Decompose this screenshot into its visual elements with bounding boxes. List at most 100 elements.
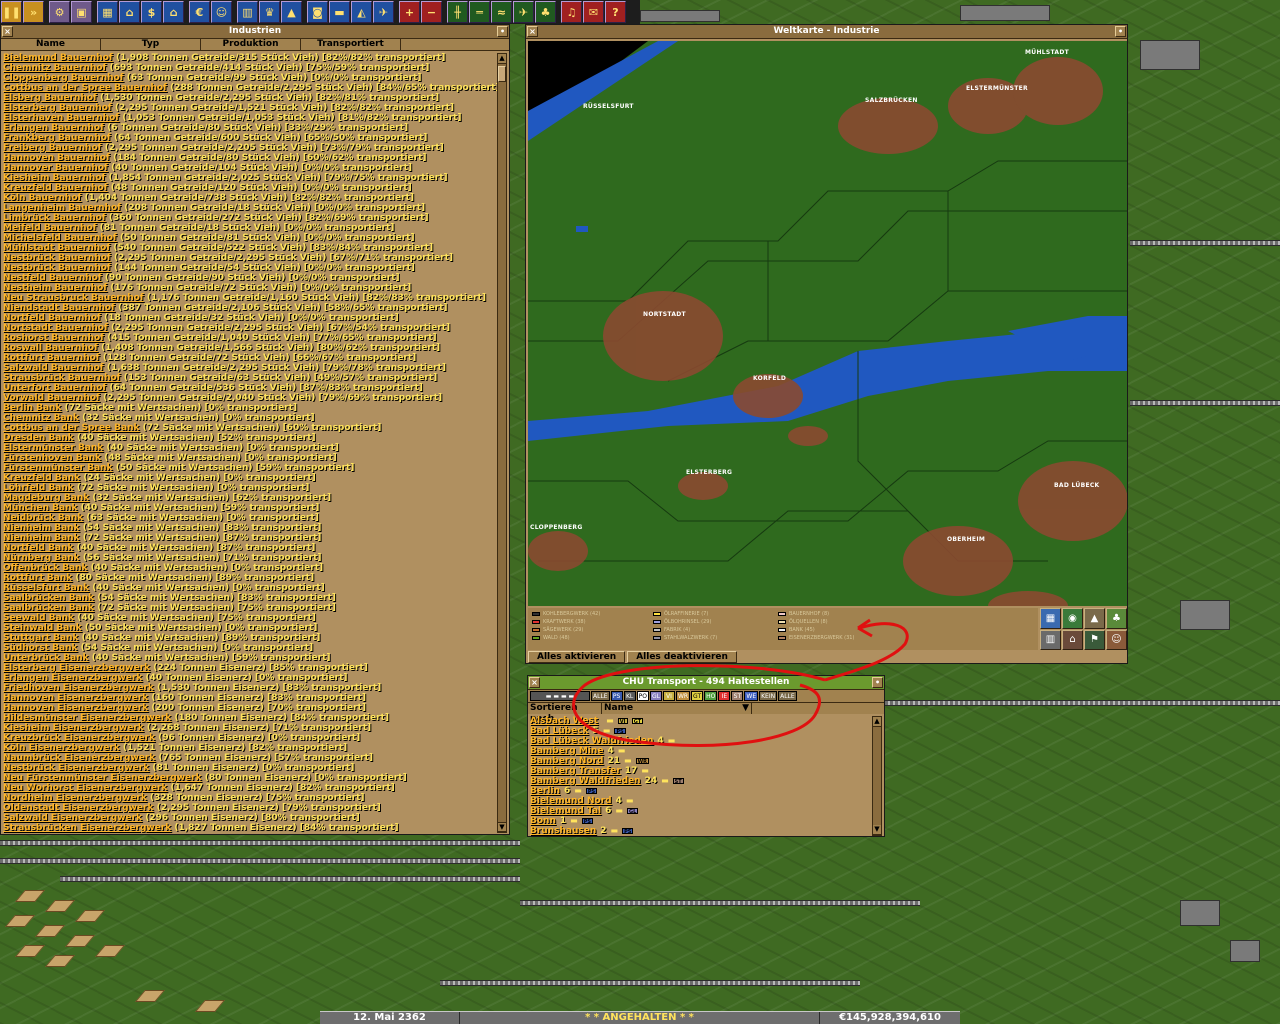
- fast-forward-icon[interactable]: »: [23, 1, 44, 23]
- industry-name[interactable]: Niendstadt Bauernhof: [3, 303, 115, 313]
- league-icon[interactable]: ♛: [259, 1, 280, 23]
- map-owners-icon[interactable]: ⌂: [1062, 629, 1083, 650]
- cargo-filter[interactable]: KL: [623, 691, 636, 701]
- industry-name[interactable]: Erlangen Eisenerzbergwerk: [3, 673, 142, 683]
- close-icon[interactable]: ×: [2, 26, 13, 37]
- sticky-icon[interactable]: •: [497, 26, 508, 37]
- station-name[interactable]: Bamberg Mine: [530, 746, 603, 756]
- industry-row[interactable]: Kiesheim Bauernhof (1,854 Tonnen Getreid…: [3, 173, 497, 183]
- industry-name[interactable]: Hannoven Eisenerzbergwerk: [3, 703, 148, 713]
- company-icon[interactable]: ☺: [211, 1, 232, 23]
- industry-row[interactable]: Offenbrück Bank (40 Säcke mit Wertsachen…: [3, 563, 497, 573]
- industry-row[interactable]: Kreuzfeld Bauernhof (48 Tonnen Getreide/…: [3, 183, 497, 193]
- industry-row[interactable]: Nestbrück Eisenerzbergwerk (81 Tonnen Ei…: [3, 763, 497, 773]
- ships-icon[interactable]: ◭: [351, 1, 372, 23]
- scroll-up-icon[interactable]: ▲: [498, 54, 506, 64]
- industry-name[interactable]: Cottbus an der Spree Bauernhof: [3, 83, 167, 93]
- industry-row[interactable]: Strausbrück Bauernhof (153 Tonnen Getrei…: [3, 373, 497, 383]
- column-header-production[interactable]: Produktion: [201, 39, 301, 50]
- station-name[interactable]: Berlin: [530, 786, 560, 796]
- cargo-filter[interactable]: GL: [649, 691, 662, 701]
- sort-by-button[interactable]: Sortieren nach: [528, 703, 602, 724]
- map-industries-icon[interactable]: ▲: [1084, 608, 1105, 629]
- legend-item[interactable]: ÖLQUELLEN (8): [778, 618, 854, 626]
- station-name[interactable]: Bonn: [530, 816, 556, 826]
- industry-row[interactable]: Limbrück Bauernhof (360 Tonnen Getreide/…: [3, 213, 497, 223]
- industry-row[interactable]: Bielemund Bauernhof (1,908 Tonnen Getrei…: [3, 53, 497, 63]
- industry-row[interactable]: Nienheim Bank (72 Säcke mit Wertsachen) …: [3, 533, 497, 543]
- legend-item[interactable]: EISENERZBERGWERK (31): [778, 634, 854, 642]
- industry-row[interactable]: Elsterberg Bauernhof (2,295 Tonnen Getre…: [3, 103, 497, 113]
- news-icon[interactable]: ✉: [583, 1, 604, 23]
- station-name[interactable]: Bielemund Tal: [530, 806, 601, 816]
- industry-row[interactable]: Cloppenberg Bauernhof (63 Tonnen Getreid…: [3, 73, 497, 83]
- town-label[interactable]: ELSTERBERG: [686, 469, 732, 476]
- legend-item[interactable]: BAUERNHOF (8): [778, 610, 854, 618]
- station-row[interactable]: Bamberg Nord 21 ▬ WR: [530, 756, 872, 766]
- sticky-icon[interactable]: •: [1115, 26, 1126, 37]
- industry-name[interactable]: Nestfeld Bauernhof: [3, 273, 102, 283]
- industry-row[interactable]: Cottbus an der Spree Bank (72 Säcke mit …: [3, 423, 497, 433]
- map-center-icon[interactable]: ☺: [1106, 629, 1127, 650]
- industry-name[interactable]: Langenheim Bauernhof: [3, 203, 121, 213]
- industry-row[interactable]: Naumbrück Eisenerzbergwerk (765 Tonnen E…: [3, 753, 497, 763]
- industry-name[interactable]: Seewald Bank: [3, 613, 74, 623]
- industry-name[interactable]: Neu Worhorst Eisenerzbergwerk: [3, 783, 167, 793]
- industry-name[interactable]: Naumbrück Eisenerzbergwerk: [3, 753, 155, 763]
- column-header-name[interactable]: Name: [1, 39, 101, 50]
- industry-row[interactable]: Strausbrücken Eisenerzbergwerk (1,827 To…: [3, 823, 497, 833]
- industry-row[interactable]: Freiberg Bauernhof (2,295 Tonnen Getreid…: [3, 143, 497, 153]
- industry-name[interactable]: Elstermünster Bank: [3, 443, 103, 453]
- industry-row[interactable]: Kiesheim Eisenerzbergwerk (2,268 Tonnen …: [3, 723, 497, 733]
- industry-row[interactable]: Unterfort Bauernhof (64 Tonnen Getreide/…: [3, 383, 497, 393]
- industry-name[interactable]: Neu Strausbruck Bauernhof: [3, 293, 144, 303]
- industry-name[interactable]: Chemnitz Bank: [3, 413, 79, 423]
- industry-row[interactable]: Neu Fürstenmünster Eisenerzbergwerk (80 …: [3, 773, 497, 783]
- station-name[interactable]: Bamberg Waldfrieden: [530, 776, 641, 786]
- industry-name[interactable]: Nestbrück Bauernhof: [3, 263, 111, 273]
- industry-name[interactable]: Roswall Bauernhof: [3, 343, 98, 353]
- industry-row[interactable]: Hannover Bauernhof (40 Tonnen Getreide/1…: [3, 163, 497, 173]
- landscape-icon[interactable]: ♣: [535, 1, 556, 23]
- industry-name[interactable]: München Bank: [3, 503, 77, 513]
- sort-criteria-dropdown[interactable]: Name ▼: [602, 703, 752, 714]
- disable-all-button[interactable]: Alles deaktivieren: [627, 651, 737, 663]
- station-row[interactable]: Brunshausen 2 ▬ PS: [530, 826, 872, 836]
- station-row[interactable]: Bad Lübeck Waldfrieden 4 ▬: [530, 736, 872, 746]
- industry-row[interactable]: Hannoven Eisenerzbergwerk (200 Tonnen Ei…: [3, 703, 497, 713]
- industry-name[interactable]: Fürstenhoven Bank: [3, 453, 101, 463]
- zoom-out-icon[interactable]: −: [421, 1, 442, 23]
- station-name[interactable]: Bielemund Nord: [530, 796, 612, 806]
- industry-name[interactable]: Löhrfeld Bank: [3, 483, 74, 493]
- industry-row[interactable]: Dresden Bank (40 Säcke mit Wertsachen) […: [3, 433, 497, 443]
- industry-name[interactable]: Hildesmünster Eisenerzbergwerk: [3, 713, 171, 723]
- map-routes-icon[interactable]: ♣: [1106, 608, 1127, 629]
- scroll-thumb[interactable]: [498, 66, 506, 82]
- subsidies-icon[interactable]: $: [141, 1, 162, 23]
- industry-row[interactable]: Fürstenhoven Bank (48 Säcke mit Wertsach…: [3, 453, 497, 463]
- industries-icon[interactable]: ▲: [281, 1, 302, 23]
- industry-name[interactable]: Cloppenberg Bauernhof: [3, 73, 124, 83]
- industry-name[interactable]: Nienheim Bank: [3, 533, 80, 543]
- industry-row[interactable]: Salzwald Eisenerzbergwerk (296 Tonnen Ei…: [3, 813, 497, 823]
- industry-row[interactable]: Meifeld Bauernhof (81 Tonnen Getreide/18…: [3, 223, 497, 233]
- industry-name[interactable]: Nestheim Bauernhof: [3, 283, 107, 293]
- industry-row[interactable]: Hildesmünster Eisenerzbergwerk (180 Tonn…: [3, 713, 497, 723]
- industry-row[interactable]: Erlangen Bauernhof (6 Tonnen Getreide/80…: [3, 123, 497, 133]
- build-rail-icon[interactable]: ╫: [447, 1, 468, 23]
- industry-row[interactable]: Berlin Bank (72 Säcke mit Wertsachen) [0…: [3, 403, 497, 413]
- industry-row[interactable]: Rottfurt Bank (80 Säcke mit Wertsachen) …: [3, 573, 497, 583]
- station-name[interactable]: Brunshausen: [530, 826, 596, 836]
- industry-row[interactable]: Langenheim Bauernhof (208 Tonnen Getreid…: [3, 203, 497, 213]
- industry-name[interactable]: Cottbus an der Spree Bank: [3, 423, 140, 433]
- scroll-up-icon[interactable]: ▲: [873, 717, 881, 727]
- industry-row[interactable]: Frankberg Bauernhof (64 Tonnen Getreide/…: [3, 133, 497, 143]
- industry-name[interactable]: Strausbrücken Eisenerzbergwerk: [3, 823, 171, 833]
- station-row[interactable]: Bad Lübeck 5 ▬ PS: [530, 726, 872, 736]
- industry-name[interactable]: Elsterberg Bauernhof: [3, 103, 112, 113]
- station-row[interactable]: Bielemund Tal 6 ▬ GL: [530, 806, 872, 816]
- cargo-filter[interactable]: PS: [610, 691, 623, 701]
- station-row[interactable]: Bamberg Waldfrieden 24 ▬ ST: [530, 776, 872, 786]
- industry-row[interactable]: Elstermünster Bank (40 Säcke mit Wertsac…: [3, 443, 497, 453]
- industry-row[interactable]: Neu Strausbruck Bauernhof (1,176 Tonnen …: [3, 293, 497, 303]
